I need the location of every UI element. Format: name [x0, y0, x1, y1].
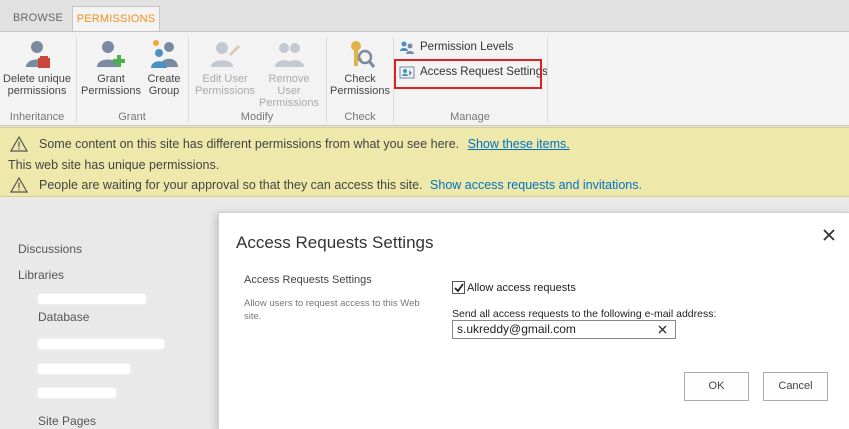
ribbon: Delete unique permissions Inheritance Gr… [0, 31, 849, 126]
ribbon-tab-bar: BROWSE PERMISSIONS [0, 0, 849, 32]
status-bar: Some content on this site has different … [0, 127, 849, 197]
show-these-items-link[interactable]: Show these items. [468, 137, 570, 151]
check-permissions-button[interactable]: Check Permissions [330, 38, 390, 97]
clear-input-icon[interactable] [657, 324, 668, 335]
delete-permissions-icon [26, 41, 50, 68]
group-check: Check Permissions Check [328, 32, 392, 126]
delete-unique-permissions-button[interactable]: Delete unique permissions [2, 38, 72, 97]
nav-item-database[interactable]: Database [38, 310, 89, 324]
dialog-title: Access Requests Settings [236, 233, 434, 252]
status-text-different-permissions: Some content on this site has different … [39, 137, 460, 151]
permission-levels-icon [400, 41, 414, 54]
section-description: Allow users to request access to this We… [244, 298, 420, 322]
allow-access-requests-label: Allow access requests [467, 282, 576, 294]
ok-button[interactable]: OK [684, 372, 749, 401]
remove-user-permissions-button[interactable]: Remove User Permissions [256, 38, 322, 109]
grant-permissions-button[interactable]: Grant Permissions [80, 38, 142, 97]
group-label-grant: Grant [118, 111, 146, 123]
group-label-inheritance: Inheritance [9, 111, 65, 123]
email-field[interactable]: s.ukreddy@gmail.com [452, 320, 676, 339]
group-divider [76, 38, 77, 122]
group-divider [188, 38, 189, 122]
redacted-nav-item [38, 364, 130, 374]
cancel-button[interactable]: Cancel [763, 372, 828, 401]
group-divider [547, 38, 548, 122]
remove-user-icon [275, 43, 304, 67]
create-group-icon [151, 40, 178, 68]
status-text-unique-permissions: This web site has unique permissions. [8, 158, 220, 172]
section-title: Access Requests Settings [244, 274, 372, 286]
redacted-nav-item [38, 339, 164, 349]
warning-icon [10, 136, 28, 152]
nav-item-libraries[interactable]: Libraries [18, 268, 64, 282]
edit-user-icon [211, 42, 240, 67]
group-label-check: Check [344, 111, 376, 123]
tab-permissions[interactable]: PERMISSIONS [72, 6, 160, 32]
group-label-manage: Manage [450, 111, 490, 123]
email-field-label: Send all access requests to the followin… [452, 308, 717, 320]
highlight-annotation [394, 59, 542, 89]
checkmark-icon [454, 283, 464, 293]
grant-user-icon [97, 41, 125, 67]
redacted-nav-item [38, 388, 116, 398]
group-inheritance: Delete unique permissions Inheritance [0, 32, 74, 126]
redacted-nav-item [38, 294, 146, 304]
create-group-button[interactable]: Create Group [144, 38, 184, 97]
access-requests-settings-dialog: Access Requests Settings Access Requests… [218, 212, 849, 429]
group-divider [326, 38, 327, 122]
close-icon[interactable] [822, 228, 836, 242]
group-label-modify: Modify [240, 111, 274, 123]
allow-access-requests-checkbox[interactable] [452, 281, 465, 294]
group-modify: Edit User Permissions Remove User Permis… [190, 32, 324, 126]
warning-icon [10, 177, 28, 193]
status-text-pending-requests: People are waiting for your approval so … [39, 178, 423, 192]
check-permissions-icon [351, 41, 376, 68]
show-access-requests-link[interactable]: Show access requests and invitations. [430, 178, 642, 192]
left-navigation: Discussions Libraries Database Site Page… [0, 198, 220, 429]
nav-item-site-pages[interactable]: Site Pages [38, 414, 96, 428]
nav-item-discussions[interactable]: Discussions [18, 242, 82, 256]
edit-user-permissions-button[interactable]: Edit User Permissions [192, 38, 258, 97]
tab-browse[interactable]: BROWSE [7, 6, 69, 32]
group-grant: Grant Permissions Create Group Grant [78, 32, 186, 126]
